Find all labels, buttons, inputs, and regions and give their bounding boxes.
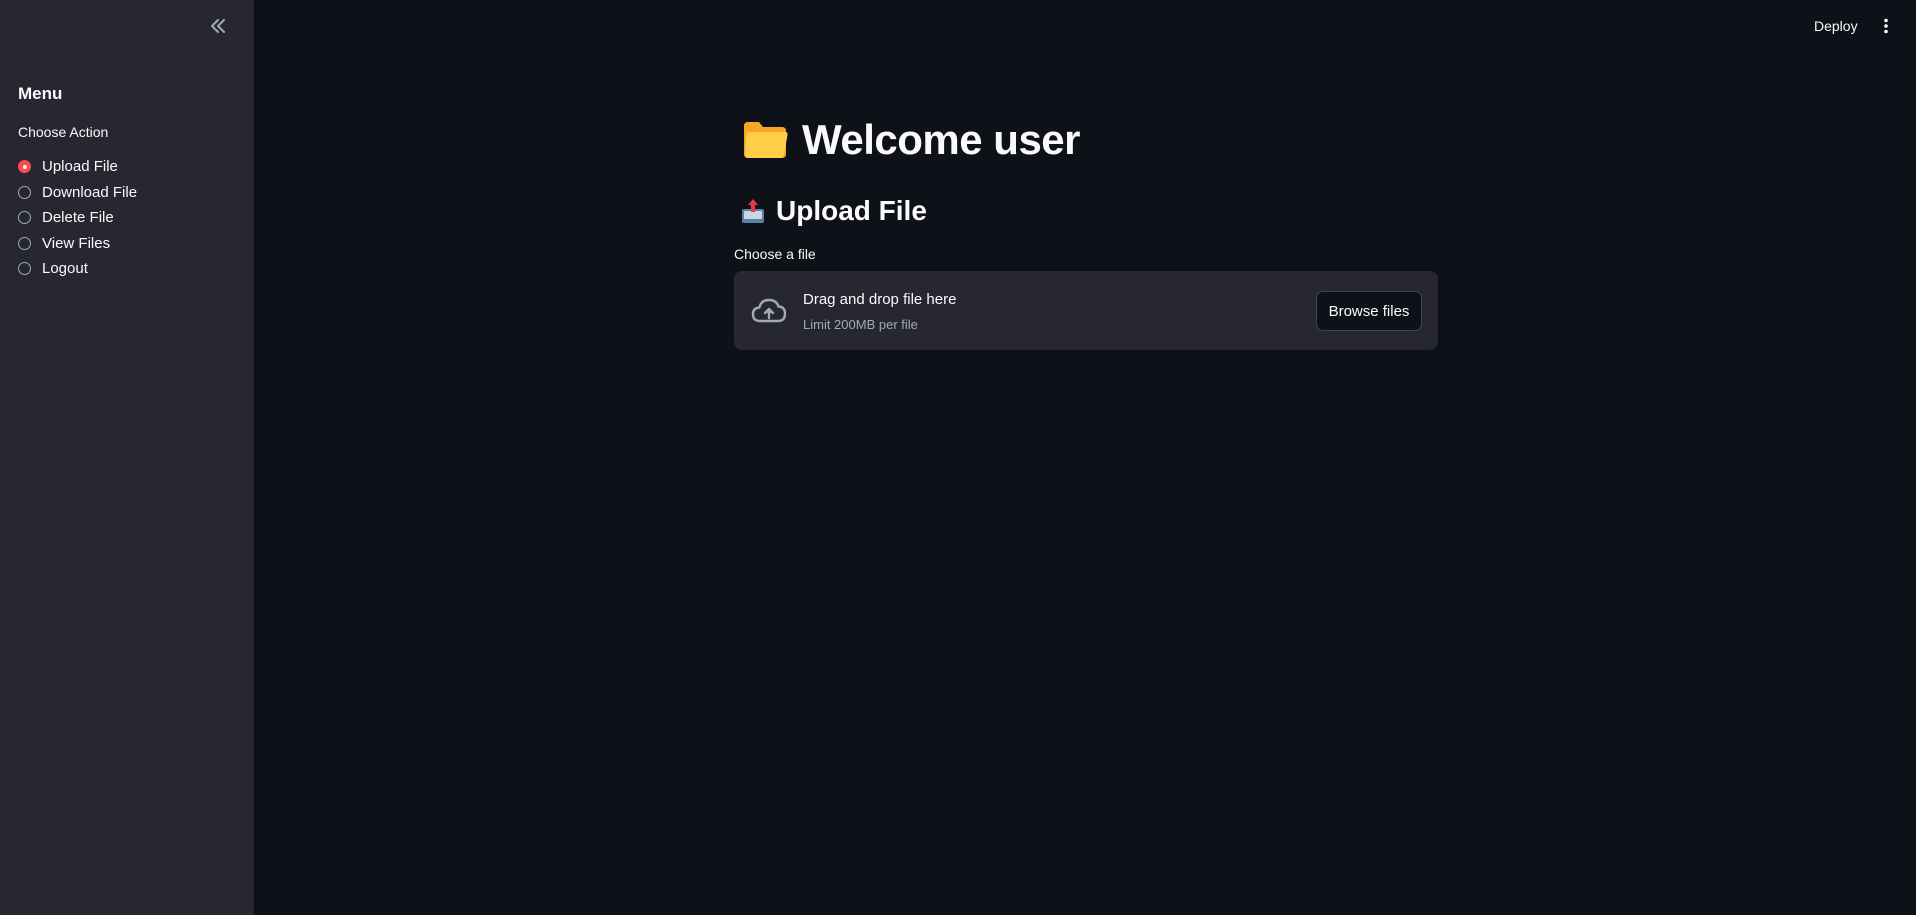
radio-button[interactable] — [18, 211, 31, 225]
double-chevron-left-icon — [211, 19, 225, 33]
vertical-dots-icon — [1884, 18, 1888, 34]
radio-option-label: Download File — [42, 183, 138, 201]
main-menu-button[interactable] — [1876, 14, 1896, 38]
radio-option-view-files[interactable]: View Files — [18, 231, 137, 257]
radio-option-download-file[interactable]: Download File — [18, 180, 137, 206]
outbox-tray-icon — [742, 199, 764, 223]
section-header: Upload File — [740, 193, 927, 229]
app-root: Menu Choose Action Upload File Download … — [0, 0, 1916, 915]
radio-button[interactable] — [18, 185, 31, 199]
folder-icon — [744, 122, 788, 158]
sidebar: Menu Choose Action Upload File Download … — [0, 0, 254, 915]
radio-button[interactable] — [18, 262, 31, 276]
radio-button-checked[interactable] — [18, 160, 31, 174]
deploy-button[interactable]: Deploy — [1810, 16, 1862, 36]
radio-group-label: Choose Action — [18, 124, 109, 140]
collapse-sidebar-button[interactable] — [206, 14, 230, 38]
radio-option-label: View Files — [42, 234, 111, 252]
radio-option-label: Logout — [42, 260, 88, 278]
radio-option-logout[interactable]: Logout — [18, 256, 137, 282]
dropzone-limit-text: Limit 200MB per file — [803, 317, 918, 332]
page-title: Welcome user — [742, 112, 1081, 168]
section-header-text: Upload File — [776, 195, 927, 226]
sidebar-title: Menu — [18, 84, 63, 103]
radio-button[interactable] — [18, 236, 31, 250]
radio-option-label: Delete File — [42, 209, 114, 227]
radio-option-label: Upload File — [42, 158, 118, 176]
file-dropzone[interactable]: Drag and drop file here Limit 200MB per … — [734, 271, 1438, 350]
radio-option-upload-file[interactable]: Upload File — [18, 154, 137, 180]
cloud-upload-icon — [751, 298, 787, 323]
radio-option-delete-file[interactable]: Delete File — [18, 205, 137, 231]
file-uploader-label: Choose a file — [734, 246, 816, 262]
action-radio-group: Upload File Download File Delete File Vi… — [18, 154, 137, 282]
dropzone-instructions: Drag and drop file here — [803, 291, 957, 308]
page-title-text: Welcome user — [802, 116, 1081, 163]
browse-files-button[interactable]: Browse files — [1316, 291, 1422, 331]
